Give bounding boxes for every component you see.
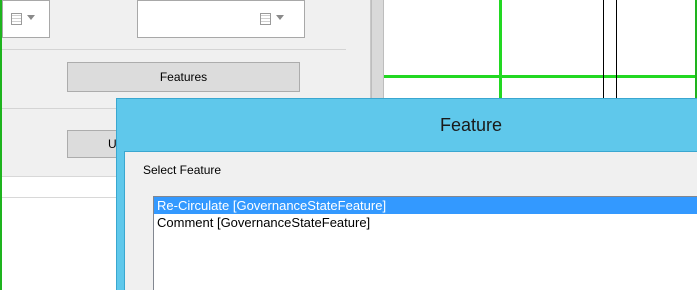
- select-feature-label: Select Feature: [143, 163, 222, 177]
- dialog-title[interactable]: Feature: [117, 99, 697, 151]
- dropdown-left[interactable]: [2, 0, 50, 38]
- grid-dropdown-icon: [11, 13, 22, 25]
- features-button[interactable]: Features: [67, 62, 300, 92]
- grid-dropdown-icon: [260, 13, 271, 25]
- list-item-re-circulate[interactable]: Re-Circulate [GovernanceStateFeature]: [154, 197, 697, 214]
- dropdown-right[interactable]: [137, 0, 305, 38]
- chevron-down-icon: [27, 15, 35, 20]
- black-line: [603, 0, 604, 100]
- dialog-body: Select Feature Re-Circulate [GovernanceS…: [124, 151, 697, 290]
- feature-dialog: Feature Select Feature Re-Circulate [Gov…: [116, 98, 697, 290]
- panel-separator: [2, 49, 346, 50]
- green-grid-line-vertical: [499, 0, 502, 100]
- black-line: [616, 0, 617, 100]
- chevron-down-icon: [276, 15, 284, 20]
- list-item-comment[interactable]: Comment [GovernanceStateFeature]: [154, 214, 697, 231]
- feature-listbox[interactable]: Re-Circulate [GovernanceStateFeature] Co…: [153, 196, 697, 290]
- green-grid-line-horizontal: [384, 75, 695, 78]
